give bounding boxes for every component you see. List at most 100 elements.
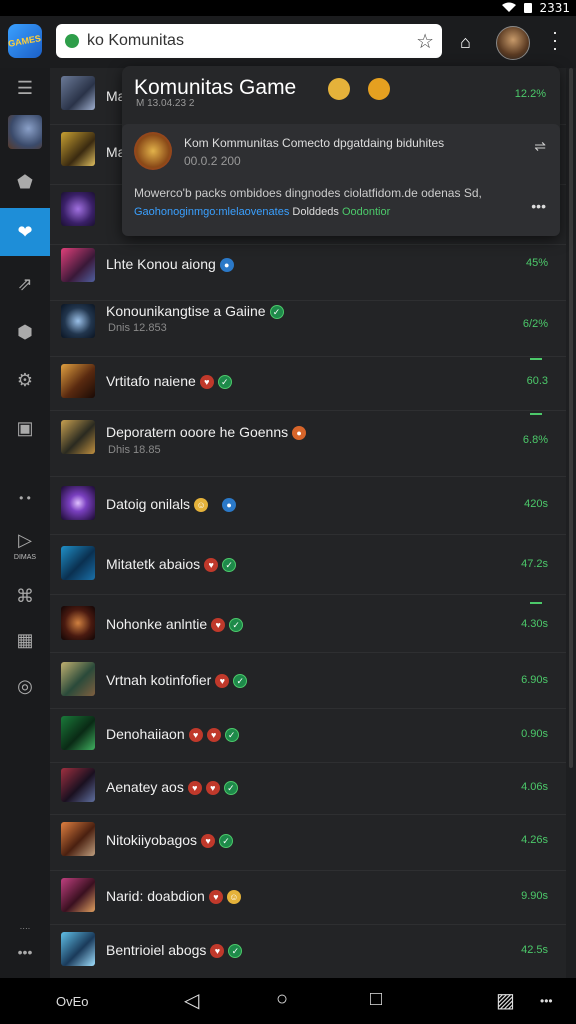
list-item-percent: 4.30s: [521, 618, 548, 630]
more-icon[interactable]: •••: [540, 994, 553, 1008]
list-item[interactable]: Deporatern ooore he Goenns ● Dhis 18.85 6…: [50, 410, 566, 477]
url-bar[interactable]: ko Komunitas ☆: [56, 24, 442, 58]
post-link[interactable]: Dolddeds: [292, 206, 338, 218]
post-link[interactable]: Gaohonoginmgo:mlelaovenates: [134, 206, 289, 218]
green-badge-icon: ✓: [229, 618, 244, 633]
popover-subtitle: M 13.04.23 2: [136, 98, 195, 109]
green-badge-icon: ✓: [223, 781, 238, 796]
status-dash: [530, 602, 542, 604]
list-item[interactable]: Nohonke anlntie ♥ ✓ 4.30s: [50, 594, 566, 653]
green-badge-icon: ✓: [219, 834, 234, 849]
game-thumbnail: [61, 878, 95, 912]
game-thumbnail: [61, 716, 95, 750]
shield-icon[interactable]: ⬢: [0, 312, 50, 352]
list-item-title: Narid: doabdion ♥ ☺: [106, 888, 241, 905]
game-thumbnail: [61, 192, 95, 226]
dots-icon[interactable]: • •: [0, 478, 50, 518]
red-badge-icon: ♥: [210, 944, 225, 959]
wifi-icon: [502, 2, 516, 12]
share-icon[interactable]: ⇌: [534, 138, 546, 155]
gamepad-icon[interactable]: ⬟: [0, 162, 50, 202]
list-item[interactable]: Narid: doabdion ♥ ☺ 9.90s: [50, 870, 566, 925]
game-thumbnail: [61, 420, 95, 454]
list-item[interactable]: Vrtnah kotinfofier ♥ ✓ 6.90s: [50, 652, 566, 709]
popover-percent: 12.2%: [514, 88, 546, 100]
popover-title: Komunitas Game: [134, 76, 297, 99]
more-options-icon[interactable]: •••: [531, 198, 546, 214]
list-item[interactable]: Denohaiiaon ♥ ♥ ✓ 0.90s: [50, 708, 566, 763]
red-badge-icon: ♥: [199, 375, 214, 390]
avatar[interactable]: [496, 26, 530, 60]
list-item[interactable]: Mitatetk abaios ♥ ✓ 47.2s: [50, 534, 566, 595]
list-item[interactable]: Konounikangtise a Gaiine ✓ Dnis 12.853 6/…: [50, 300, 566, 357]
yellow-badge-icon: ☺: [226, 890, 241, 905]
status-dash: [530, 413, 542, 415]
game-thumbnail: [61, 768, 95, 802]
screenshot-icon[interactable]: ▨: [496, 988, 515, 1013]
list-item-percent: 45%: [525, 257, 548, 269]
list-item[interactable]: Bentrioiel abogs ♥ ✓ 42.5s: [50, 924, 566, 978]
tag-icon[interactable]: ◎: [0, 666, 50, 706]
scrollbar[interactable]: [569, 68, 573, 768]
post-link[interactable]: Oodontior: [342, 206, 390, 218]
red-badge-icon: ♥: [211, 618, 226, 633]
status-time: 2331: [539, 1, 570, 15]
red-badge-icon: ♥: [206, 728, 221, 743]
app-logo-text: GAMES: [7, 33, 43, 49]
image-icon[interactable]: ▣: [0, 408, 50, 448]
heart-icon[interactable]: ❤: [0, 208, 50, 256]
list-item-title: Lhte Konou aiong ●: [106, 256, 234, 273]
url-text: ko Komunitas: [87, 32, 184, 49]
home-icon[interactable]: ○: [276, 988, 288, 1011]
list-item-subtitle: Dnis 12.853: [108, 322, 167, 334]
game-thumbnail: [61, 364, 95, 398]
red-badge-icon: ♥: [188, 728, 203, 743]
list-item-percent: 42.5s: [521, 944, 548, 956]
community-popover: Komunitas Game M 13.04.23 2 12.2% Kom Ko…: [122, 66, 560, 236]
post-card[interactable]: Kom Kommunitas Comecto dpgatdaing biduhi…: [122, 124, 560, 236]
game-thumbnail: [61, 248, 95, 282]
photo-icon[interactable]: ▦: [0, 620, 50, 660]
overflow-menu-icon[interactable]: · · ·: [550, 23, 560, 57]
list-item[interactable]: Nitokiiyobagos ♥ ✓ 4.26s: [50, 814, 566, 871]
yellow-badge-icon: ☺: [194, 498, 209, 513]
list-item[interactable]: Lhte Konou aiong ● 45%: [50, 244, 566, 301]
post-avatar: [134, 132, 172, 170]
list-item-percent: 4.06s: [521, 781, 548, 793]
nav-left-label[interactable]: OvEo: [56, 994, 89, 1009]
menu-icon[interactable]: ☰: [0, 68, 50, 108]
blue-badge-icon: ●: [219, 258, 234, 273]
fire-icon: [368, 78, 390, 100]
share-icon[interactable]: ⇗: [0, 264, 50, 304]
orange-badge-icon: ●: [292, 426, 307, 441]
settings-icon[interactable]: ⚙: [0, 360, 50, 400]
list-item-title: Konounikangtise a Gaiine ✓: [106, 303, 284, 320]
green-badge-icon: ✓: [228, 944, 243, 959]
status-bar: 2331: [0, 0, 576, 16]
list-item-title: Aenatey aos ♥ ♥ ✓: [106, 779, 238, 796]
list-item-percent: 9.90s: [521, 890, 548, 902]
list-item[interactable]: Aenatey aos ♥ ♥ ✓ 4.06s: [50, 762, 566, 815]
back-icon[interactable]: ◁: [184, 988, 199, 1013]
red-badge-icon: ♥: [204, 558, 219, 573]
green-badge-icon: ✓: [217, 375, 232, 390]
more-icon[interactable]: •••: [0, 932, 50, 972]
gamepad-icon[interactable]: ⌂: [460, 32, 471, 53]
list-item-percent: 4.26s: [521, 834, 548, 846]
game-thumbnail: [61, 822, 95, 856]
list-item[interactable]: Datoig onilals ☺ ● 420s: [50, 476, 566, 535]
rail-game-thumb[interactable]: [0, 112, 50, 152]
list-item-title: Bentrioiel abogs ♥ ✓: [106, 942, 243, 959]
recents-icon[interactable]: □: [370, 988, 382, 1011]
list-item-percent: 6.8%: [522, 434, 548, 446]
list-item-title: Denohaiiaon ♥ ♥ ✓: [106, 726, 239, 743]
bookmark-star-icon[interactable]: ☆: [416, 29, 434, 54]
list-item-percent: 0.90s: [521, 728, 548, 740]
link-icon[interactable]: ⌘: [0, 576, 50, 616]
list-item[interactable]: Vrtitafo naiene ♥ ✓ 60.3: [50, 356, 566, 411]
green-badge-icon: ✓: [222, 558, 237, 573]
system-nav-bar: OvEo ◁ ○ □ ▨ •••: [0, 978, 576, 1024]
list-item-title: Vrtitafo naiene ♥ ✓: [106, 373, 232, 390]
app-logo[interactable]: GAMES: [8, 24, 42, 58]
red-badge-icon: ♥: [187, 781, 202, 796]
